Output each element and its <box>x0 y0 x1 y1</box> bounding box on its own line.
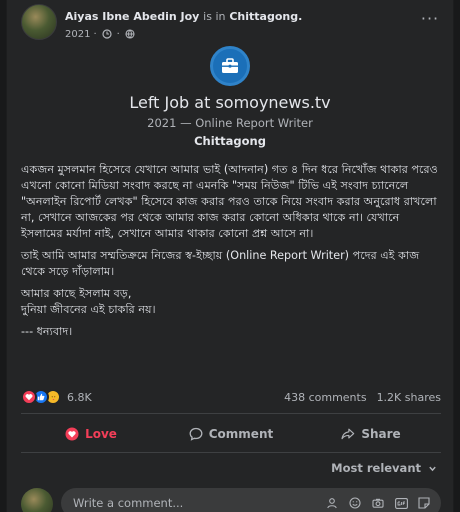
comment-label: Comment <box>208 427 274 441</box>
comment-sort-dropdown[interactable]: Most relevant <box>331 461 439 475</box>
camera-icon[interactable] <box>371 496 385 510</box>
comment-composer: Write a comment... <box>21 486 441 512</box>
love-button[interactable]: Love <box>21 418 161 450</box>
chevron-down-icon <box>425 461 439 475</box>
comment-input[interactable]: Write a comment... <box>61 488 441 512</box>
post-paragraph: তাই আমি আমার সম্মতিক্রমে নিজের স্ব-ইচ্ছা… <box>21 249 420 278</box>
life-event-title: Left Job at somoynews.tv <box>129 93 331 112</box>
love-icon <box>65 427 79 441</box>
place-link[interactable]: Chittagong. <box>229 10 302 23</box>
shares-count[interactable]: 1.2K shares <box>377 391 441 404</box>
author-avatar[interactable] <box>21 4 57 40</box>
comments-count[interactable]: 438 comments <box>284 391 366 404</box>
gif-icon[interactable] <box>394 496 408 510</box>
comment-placeholder: Write a comment... <box>73 496 184 510</box>
divider <box>21 452 441 453</box>
comment-button[interactable]: Comment <box>161 418 301 450</box>
share-button[interactable]: Share <box>301 418 441 450</box>
sticker-icon[interactable] <box>417 496 431 510</box>
divider <box>21 413 441 414</box>
post-actions: Love Comment Share <box>21 418 441 450</box>
public-globe-icon <box>123 27 137 41</box>
comment-icon <box>189 427 203 441</box>
post-meta: 2021 · · <box>65 27 137 41</box>
meta-separator-2: · <box>116 28 120 40</box>
briefcase-icon <box>210 46 250 86</box>
post-year[interactable]: 2021 <box>65 29 90 40</box>
life-event-location: Chittagong <box>194 134 266 148</box>
post-stats: 6.8K 438 comments 1.2K shares <box>21 387 441 407</box>
avatar-sticker-icon[interactable] <box>325 496 339 510</box>
user-avatar[interactable] <box>21 488 53 512</box>
post-header: Aiyas Ibne Abedin Joy is in Chittagong. … <box>21 4 445 42</box>
love-label: Love <box>85 427 117 441</box>
emoji-icon[interactable] <box>348 496 362 510</box>
share-icon <box>341 427 355 441</box>
sort-label: Most relevant <box>331 461 421 475</box>
author-name[interactable]: Aiyas Ibne Abedin Joy <box>65 10 199 23</box>
post-paragraph: --- ধন্যবাদ। <box>21 325 73 338</box>
reaction-icons[interactable] <box>21 389 61 405</box>
post-card: Aiyas Ibne Abedin Joy is in Chittagong. … <box>6 0 454 512</box>
love-reaction-icon <box>21 389 37 405</box>
edited-clock-icon <box>100 27 114 41</box>
share-label: Share <box>361 427 401 441</box>
is-in-text: is in <box>203 10 226 23</box>
post-paragraph: আমার কাছে ইসলাম বড়, দুনিয়া জীবনের এই চ… <box>21 287 156 316</box>
life-event: Left Job at somoynews.tv 2021 — Online R… <box>7 46 453 148</box>
author-line: Aiyas Ibne Abedin Joy is in Chittagong. <box>65 10 302 23</box>
post-body: একজন মুসলমান হিসেবে যেখানে আমার ভাই (আদন… <box>21 162 439 346</box>
life-event-subtitle: 2021 — Online Report Writer <box>147 116 313 130</box>
post-paragraph: একজন মুসলমান হিসেবে যেখানে আমার ভাই (আদন… <box>21 163 438 240</box>
more-options-button[interactable]: ··· <box>419 11 441 30</box>
meta-separator: · <box>93 28 97 40</box>
reaction-count[interactable]: 6.8K <box>67 391 92 404</box>
